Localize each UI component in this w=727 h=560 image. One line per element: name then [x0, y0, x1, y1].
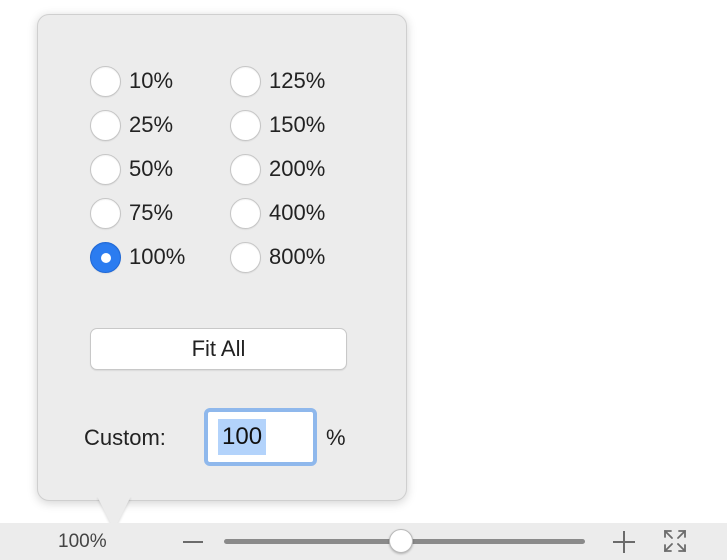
radio-button[interactable]	[230, 241, 261, 273]
zoom-option-125[interactable]: 125%	[230, 59, 370, 103]
plus-icon[interactable]	[613, 531, 635, 553]
zoom-option-label: 25%	[129, 112, 174, 137]
zoom-option-10[interactable]: 10%	[90, 59, 230, 103]
radio-button[interactable]	[90, 65, 121, 97]
radio-button[interactable]	[230, 65, 261, 97]
zoom-option-label: 75%	[129, 200, 174, 225]
zoom-option-label: 50%	[129, 156, 174, 181]
zoom-option-400[interactable]: 400%	[230, 191, 370, 235]
zoom-option-150[interactable]: 150%	[230, 103, 370, 147]
zoom-option-label: 150%	[269, 112, 326, 137]
zoom-option-label: 125%	[269, 68, 326, 93]
zoom-bar: 100%	[0, 523, 727, 560]
zoom-option-50[interactable]: 50%	[90, 147, 230, 191]
zoom-option-label: 200%	[269, 156, 326, 181]
fullscreen-icon[interactable]	[662, 528, 688, 554]
zoom-popover: 10% 125% 25% 150% 50% 200% 75% 400% 100%…	[37, 14, 407, 501]
zoom-slider-thumb[interactable]	[389, 529, 413, 553]
zoom-option-label: 10%	[129, 68, 174, 93]
zoom-option-100[interactable]: 100%	[90, 235, 230, 279]
radio-button[interactable]	[230, 153, 261, 185]
zoom-option-25[interactable]: 25%	[90, 103, 230, 147]
minus-icon[interactable]	[183, 541, 203, 543]
custom-zoom-value[interactable]: 100	[218, 419, 267, 455]
radio-button[interactable]	[230, 197, 261, 229]
zoom-option-200[interactable]: 200%	[230, 147, 370, 191]
radio-button[interactable]	[230, 109, 261, 141]
zoom-level-button[interactable]: 100%	[58, 531, 107, 553]
zoom-option-label: 100%	[129, 244, 186, 269]
custom-zoom-input[interactable]: 100	[204, 408, 317, 466]
radio-button[interactable]	[90, 109, 121, 141]
radio-button[interactable]	[90, 153, 121, 185]
radio-button-selected[interactable]	[90, 241, 121, 273]
zoom-option-label: 800%	[269, 244, 326, 269]
zoom-option-800[interactable]: 800%	[230, 235, 370, 279]
fit-all-button[interactable]: Fit All	[90, 328, 347, 370]
custom-zoom-unit: %	[326, 425, 346, 450]
zoom-option-75[interactable]: 75%	[90, 191, 230, 235]
custom-zoom-label: Custom:	[84, 425, 166, 450]
zoom-options-grid: 10% 125% 25% 150% 50% 200% 75% 400% 100%…	[90, 59, 370, 279]
zoom-option-label: 400%	[269, 200, 326, 225]
radio-button[interactable]	[90, 197, 121, 229]
